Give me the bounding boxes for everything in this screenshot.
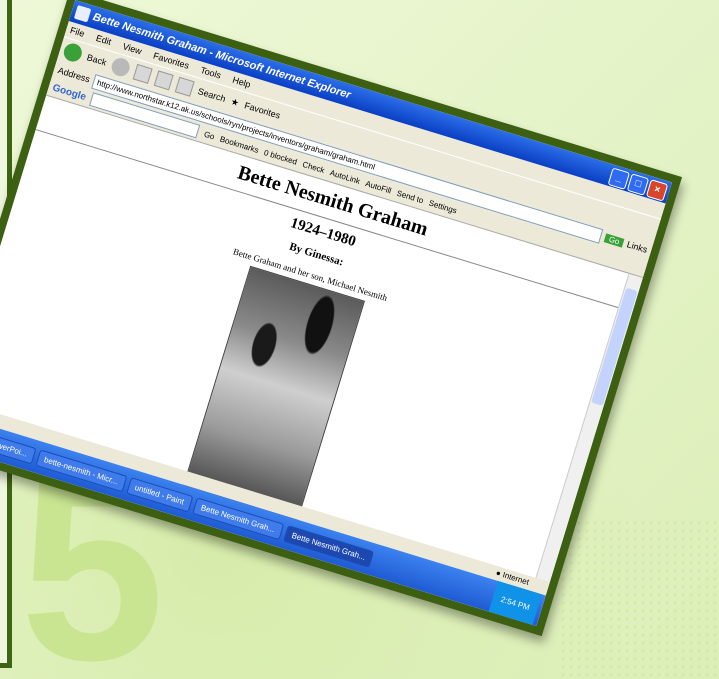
sendto-button[interactable]: Send to (396, 188, 425, 205)
menu-file[interactable]: File (69, 25, 86, 39)
clock[interactable]: 2:54 PM (500, 594, 531, 611)
star-icon: ★ (229, 95, 241, 108)
autofill-button[interactable]: AutoFill (364, 179, 392, 195)
menu-edit[interactable]: Edit (95, 33, 113, 47)
settings-button[interactable]: Settings (428, 198, 458, 215)
menu-view[interactable]: View (122, 41, 143, 56)
go-button[interactable]: Go (604, 233, 625, 248)
links-button[interactable]: Links (626, 239, 649, 255)
menu-tools[interactable]: Tools (199, 65, 222, 81)
close-icon[interactable]: × (645, 179, 669, 202)
dot-pattern (559, 519, 719, 679)
ie-icon (73, 4, 92, 23)
menu-help[interactable]: Help (231, 75, 252, 90)
forward-arrow-icon[interactable] (109, 55, 132, 79)
google-go-button[interactable]: Go (203, 129, 216, 141)
refresh-icon[interactable] (153, 70, 174, 91)
home-icon[interactable] (174, 76, 195, 97)
stop-icon[interactable] (132, 63, 153, 84)
favorites-button[interactable]: Favorites (243, 100, 281, 120)
search-button[interactable]: Search (197, 86, 227, 104)
check-button[interactable]: Check (301, 159, 325, 174)
back-button[interactable]: Back (86, 52, 108, 67)
back-arrow-icon[interactable] (61, 41, 85, 64)
